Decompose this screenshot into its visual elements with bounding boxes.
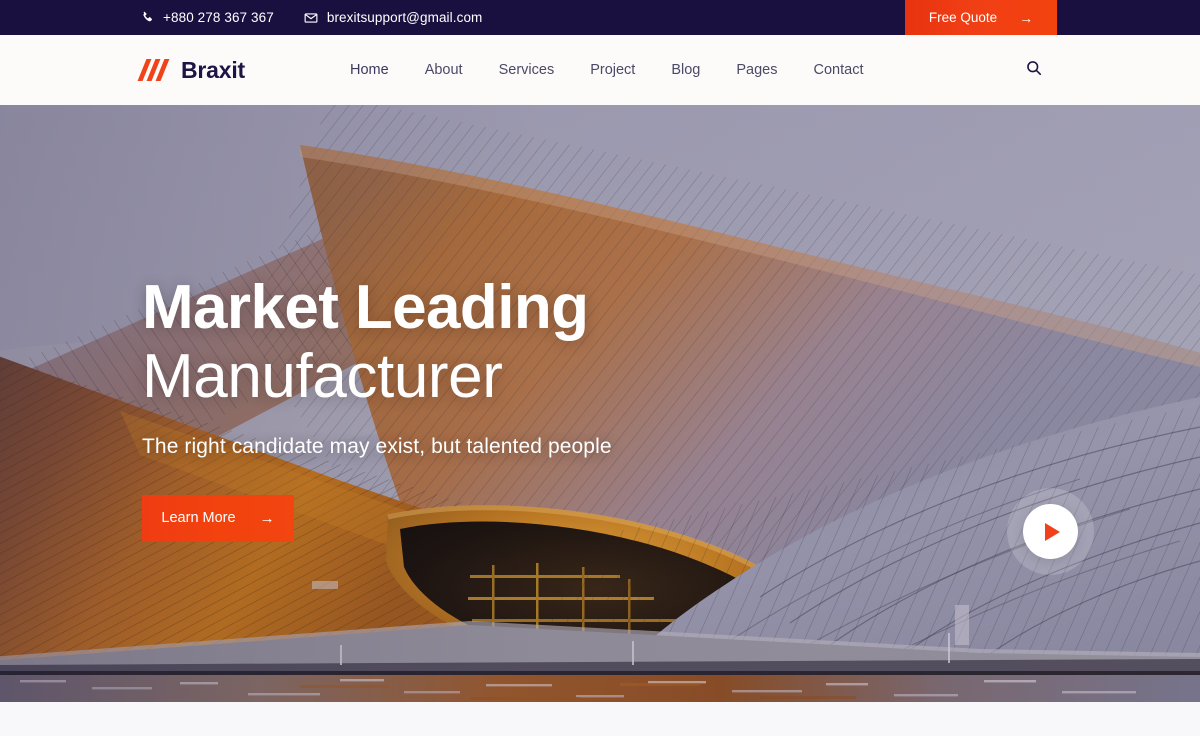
- email-address: brexitsupport@gmail.com: [326, 10, 483, 25]
- nav-label: Services: [498, 62, 555, 78]
- nav-item-project[interactable]: Project: [572, 35, 653, 105]
- free-quote-button[interactable]: Free Quote →: [905, 0, 1057, 35]
- envelope-icon: [304, 11, 318, 25]
- nav-item-home[interactable]: Home: [332, 35, 407, 108]
- play-icon: [1045, 522, 1060, 541]
- arrow-right-icon: →: [259, 509, 275, 527]
- hero-section: Market Leading Manufacturer The right ca…: [0, 105, 1200, 702]
- hero-title-line-1: Market Leading: [142, 273, 589, 342]
- content-section-below-hero: [0, 702, 1200, 736]
- phone-contact[interactable]: +880 278 367 367: [141, 10, 274, 25]
- site-header: Braxit Home About Services Project Blog …: [0, 35, 1200, 108]
- hero-subtitle: The right candidate may exist, but talen…: [142, 434, 612, 458]
- nav-item-blog[interactable]: Blog: [653, 35, 718, 105]
- learn-more-button[interactable]: Learn More →: [142, 494, 294, 542]
- nav-item-pages[interactable]: Pages: [718, 35, 795, 105]
- hero-title-line-2: Manufacturer: [142, 342, 503, 412]
- top-bar: +880 278 367 367 brexitsupport@gmail.com…: [0, 0, 1200, 35]
- nav-label: Project: [590, 62, 636, 78]
- nav-label: About: [424, 62, 463, 78]
- phone-icon: [141, 11, 154, 24]
- video-play-wrapper: [1007, 488, 1094, 575]
- nav-item-about[interactable]: About: [407, 35, 481, 105]
- main-navigation: Home About Services Project Blog Pages C…: [332, 35, 882, 108]
- search-icon: [1026, 60, 1042, 81]
- email-contact[interactable]: brexitsupport@gmail.com: [304, 10, 483, 25]
- phone-number: +880 278 367 367: [163, 10, 274, 25]
- nav-item-contact[interactable]: Contact: [796, 35, 882, 105]
- search-button[interactable]: [1026, 35, 1042, 105]
- nav-label: Pages: [736, 62, 778, 78]
- learn-more-label: Learn More: [161, 510, 236, 527]
- logo-text: Braxit: [181, 56, 245, 83]
- nav-label: Contact: [813, 62, 864, 78]
- hero-content: Market Leading Manufacturer The right ca…: [142, 273, 612, 542]
- free-quote-label: Free Quote: [928, 10, 998, 25]
- top-bar-contact-group: +880 278 367 367 brexitsupport@gmail.com: [141, 10, 482, 25]
- nav-item-services[interactable]: Services: [481, 35, 573, 105]
- logo-stripes-icon: [137, 59, 171, 81]
- video-play-button[interactable]: [1023, 504, 1078, 559]
- arrow-right-icon: →: [1019, 9, 1034, 26]
- nav-label: Home: [350, 62, 389, 78]
- nav-label: Blog: [671, 62, 701, 78]
- logo[interactable]: Braxit: [137, 56, 245, 84]
